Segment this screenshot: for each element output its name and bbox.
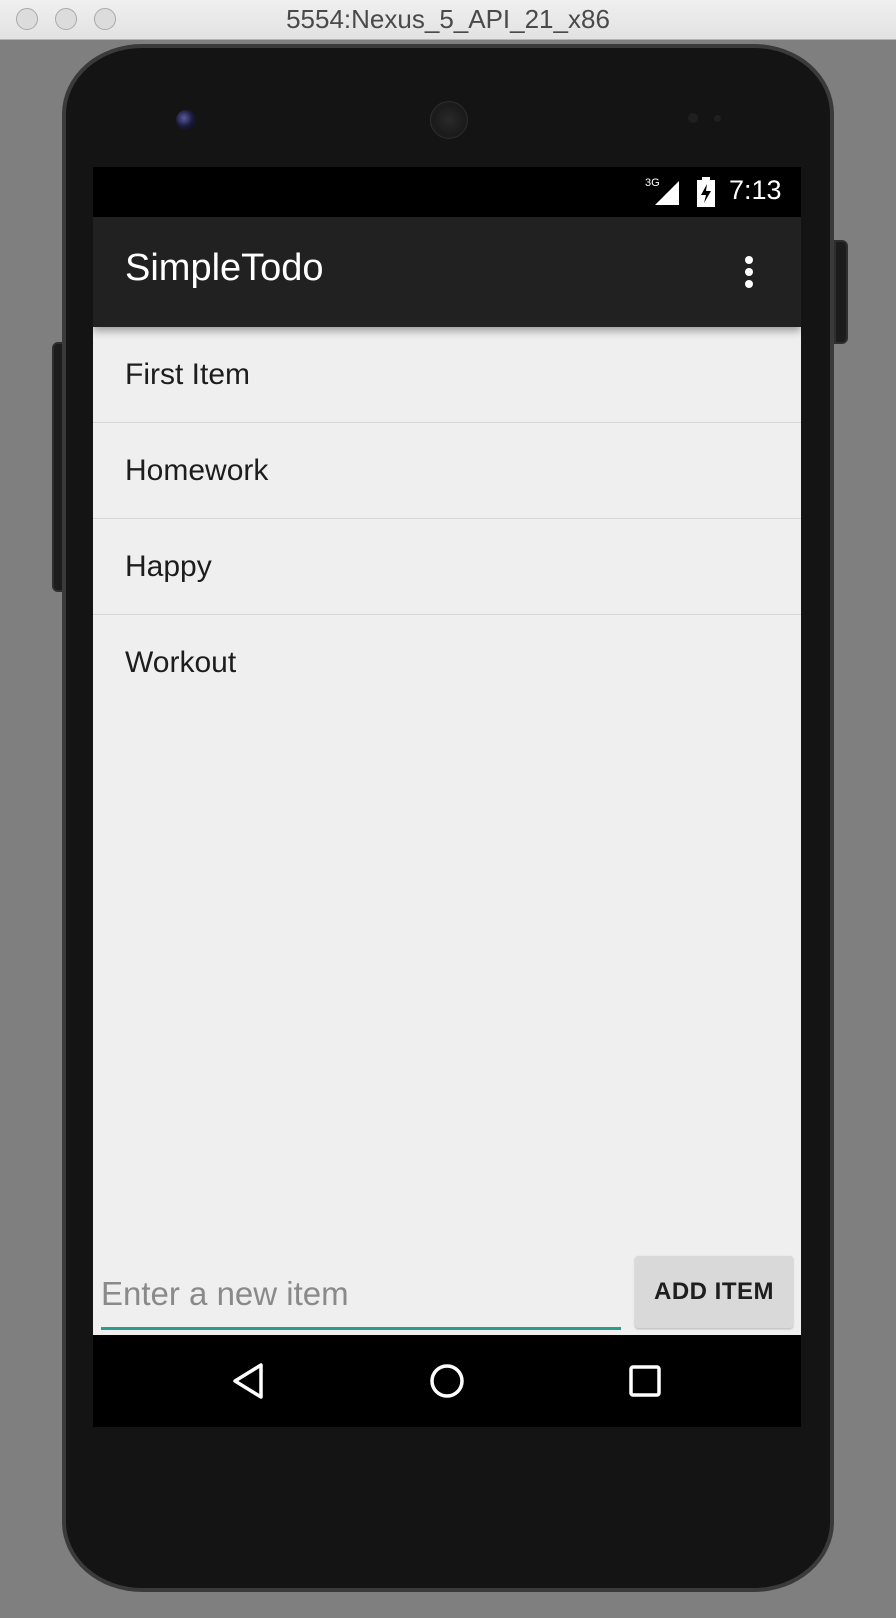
list-item[interactable]: First Item (93, 327, 801, 423)
device-screen: 3G 7:13 SimpleTodo First Item Homework H… (93, 167, 801, 1427)
window-titlebar: 5554:Nexus_5_API_21_x86 (0, 0, 896, 40)
list-item[interactable]: Workout (93, 615, 801, 711)
front-camera (176, 110, 196, 130)
clock: 7:13 (729, 175, 782, 205)
light-sensor (714, 115, 721, 122)
power-button[interactable] (834, 240, 848, 344)
status-bar: 3G 7:13 (93, 167, 801, 217)
list-item[interactable]: Happy (93, 519, 801, 615)
todo-list: First Item Homework Happy Workout (93, 327, 801, 711)
back-icon[interactable] (229, 1361, 269, 1401)
app-bar: SimpleTodo (93, 217, 801, 327)
home-icon[interactable] (427, 1361, 467, 1401)
battery-icon (697, 177, 715, 207)
new-item-row: ADD ITEM (93, 1252, 801, 1342)
add-item-button[interactable]: ADD ITEM (635, 1256, 793, 1328)
list-item[interactable]: Homework (93, 423, 801, 519)
recents-icon[interactable] (625, 1361, 665, 1401)
navigation-bar (93, 1335, 801, 1427)
new-item-input[interactable] (101, 1260, 621, 1330)
emulator-window: 5554:Nexus_5_API_21_x86 3G 7:13 SimpleTo… (0, 0, 896, 1618)
proximity-sensor (688, 113, 698, 123)
signal-icon (655, 181, 679, 205)
overflow-menu-icon[interactable] (743, 255, 755, 289)
earpiece-speaker (430, 101, 468, 139)
window-title: 5554:Nexus_5_API_21_x86 (286, 4, 610, 34)
app-title: SimpleTodo (125, 247, 324, 289)
